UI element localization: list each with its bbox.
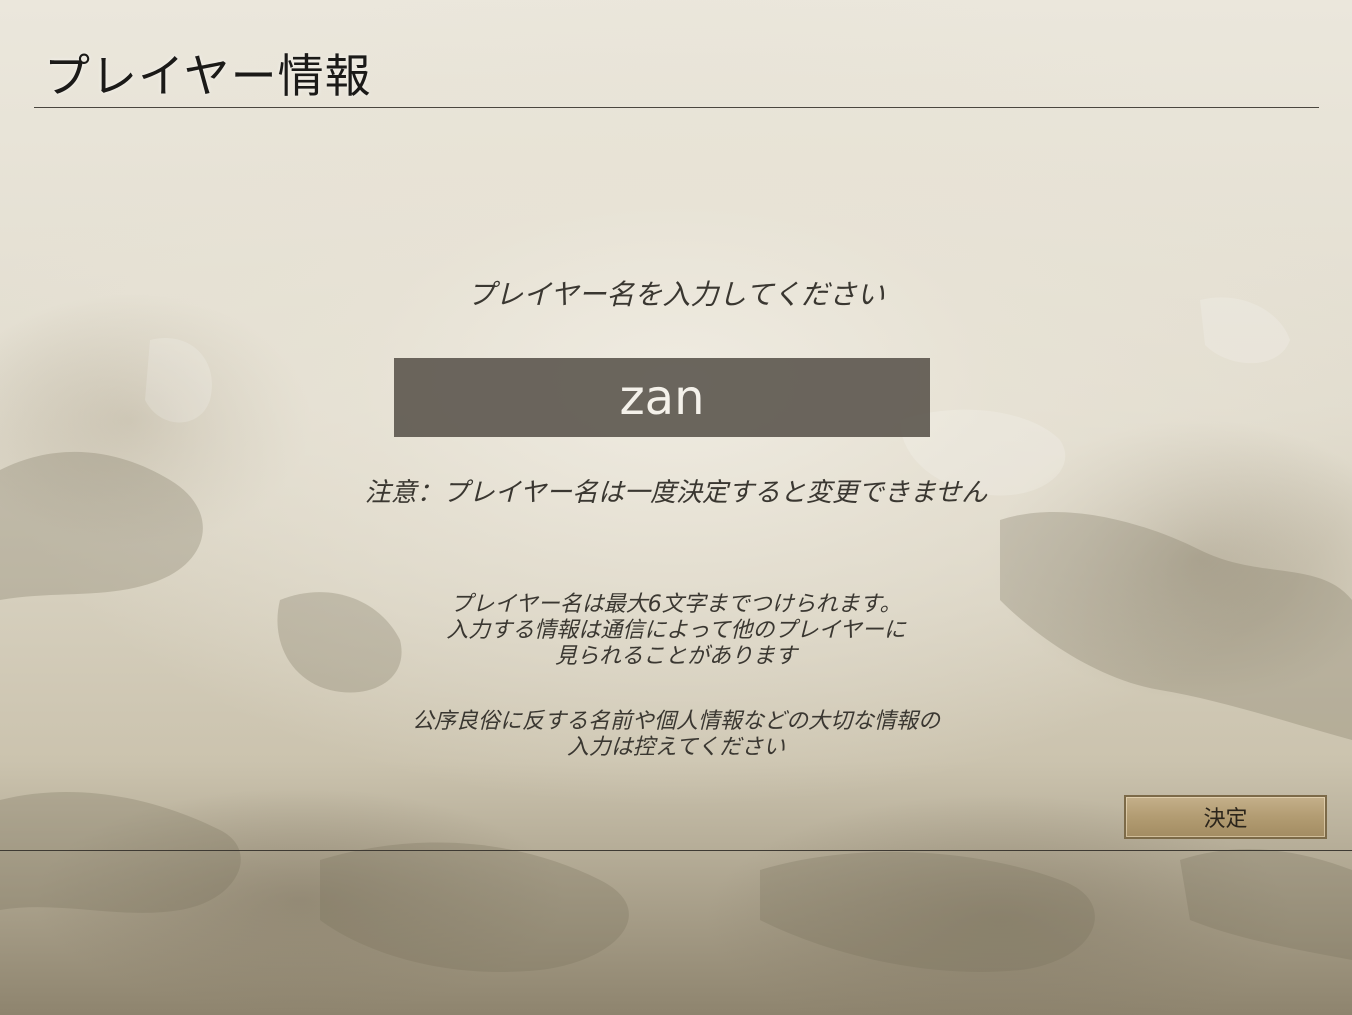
title-divider — [34, 107, 1319, 108]
footer-divider — [0, 850, 1352, 851]
privacy-caution-line: 入力は控えてください — [566, 735, 786, 760]
name-warning: 注意：プレイヤー名は一度決定すると変更できません — [364, 478, 988, 508]
name-prompt: プレイヤー名を入力してください — [467, 278, 885, 311]
name-rules-line: プレイヤー名は最大6文字までつけられます。 — [450, 592, 902, 617]
name-rules-text: プレイヤー名は最大6文字までつけられます。 入力する情報は通信によって他のプレイ… — [0, 592, 1352, 670]
name-rules-line: 入力する情報は通信によって他のプレイヤーに — [446, 618, 906, 643]
confirm-button[interactable]: 決定 — [1124, 795, 1327, 839]
name-rules-line: 見られることがあります — [554, 644, 797, 669]
player-name-input[interactable]: zan — [394, 358, 930, 437]
privacy-caution-text: 公序良俗に反する名前や個人情報などの大切な情報の 入力は控えてください — [0, 709, 1352, 761]
privacy-caution-line: 公序良俗に反する名前や個人情報などの大切な情報の — [411, 709, 940, 734]
page-title: プレイヤー情報 — [44, 49, 372, 103]
